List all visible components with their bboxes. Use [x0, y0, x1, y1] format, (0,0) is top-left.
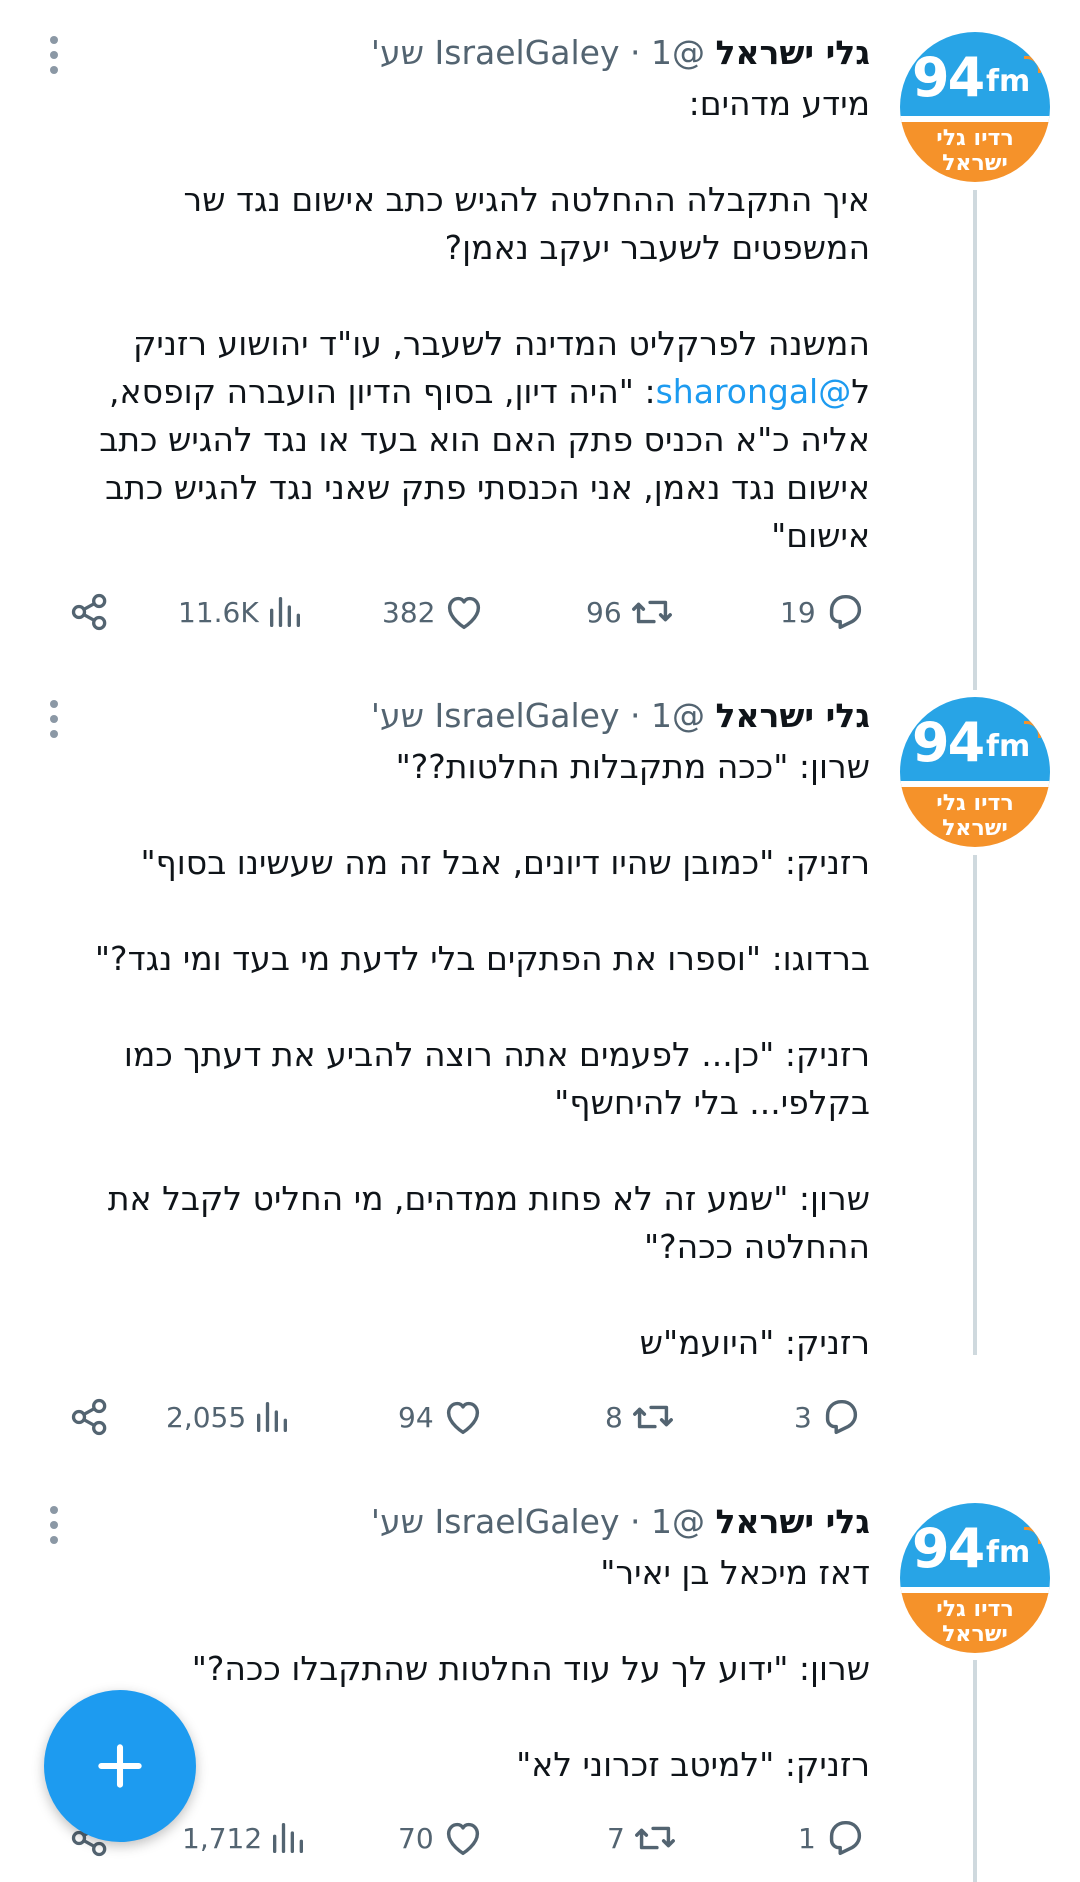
- reply-button[interactable]: 1: [798, 1813, 868, 1863]
- retweet-count: 8: [605, 1400, 623, 1434]
- text-line: שרון: "שמע זה לא פחות ממדהים, מי החליט ל…: [107, 1179, 870, 1218]
- views-count: 2,055: [166, 1400, 247, 1434]
- text-line: [80, 1271, 870, 1319]
- text-line: איך התקבלה ההחלטה להגיש כתב אישום נגד שר: [183, 180, 870, 219]
- reply-icon: [825, 1399, 857, 1435]
- avatar[interactable]: 94 fm רדיו גלי ישראל: [900, 697, 1050, 847]
- text-line: רזניק: "היועמ"ש: [639, 1323, 870, 1362]
- reply-count: 19: [780, 595, 816, 629]
- action-bar: 19 96 382 11.6K: [0, 587, 900, 637]
- text-line: אליה כ"א הכניס פתק האם הוא בעד או נגד לה…: [99, 420, 870, 459]
- thread-line: [973, 190, 977, 690]
- avatar-station: רדיו גלי ישראל: [936, 791, 1014, 841]
- text-line: רזניק: "כמובן שהיו דיונים, אבל זה מה שעש…: [140, 843, 871, 882]
- thread-line: [973, 855, 977, 1355]
- reply-button[interactable]: 3: [794, 1392, 864, 1442]
- text-line: שרון: "ידוע לך על עוד החלטות שהתקבלו ככה…: [191, 1649, 870, 1688]
- like-button[interactable]: 382: [382, 587, 487, 637]
- like-count: 70: [398, 1821, 434, 1855]
- tweet-header: גלי ישראל @IsraelGaley · 1 שע': [371, 30, 870, 76]
- mention-link[interactable]: @sharongal: [656, 372, 852, 411]
- avatar-number: 94: [912, 711, 985, 774]
- views-icon: [269, 597, 300, 627]
- text-line: בקלפי... בלי להיחשף": [554, 1083, 870, 1122]
- action-bar: 3 8 94 2,055: [0, 1392, 900, 1442]
- tweet-header: גלי ישראל @IsraelGaley · 1 שע': [371, 693, 870, 739]
- retweet-count: 7: [607, 1821, 625, 1855]
- views-button[interactable]: 1,712: [182, 1813, 308, 1863]
- retweet-button[interactable]: 8: [605, 1392, 677, 1442]
- avatar[interactable]: 94 fm רדיו גלי ישראל: [900, 32, 1050, 182]
- text-line: [80, 272, 870, 320]
- compose-tweet-button[interactable]: [44, 1690, 196, 1842]
- views-icon: [273, 1823, 304, 1853]
- retweet-icon: [632, 1405, 673, 1429]
- text-line: המשפטים לשעבר יעקב נאמן?: [444, 228, 870, 267]
- reply-icon: [829, 594, 861, 630]
- text-line: [80, 1597, 870, 1645]
- text-line: המשנה לפרקליט המדינה לשעבר, עו"ד יהושוע …: [133, 324, 870, 363]
- reply-count: 1: [798, 1821, 816, 1855]
- retweet-icon: [631, 600, 672, 624]
- text-line: ברדוגו: "וספרו את הפתקים בלי לדעת מי בעד…: [94, 939, 870, 978]
- views-count: 1,712: [182, 1821, 263, 1855]
- more-options-icon[interactable]: [50, 36, 60, 81]
- heart-icon: [446, 1822, 479, 1856]
- heart-icon: [448, 596, 481, 630]
- reply-icon: [829, 1820, 861, 1856]
- author-name[interactable]: גלי ישראל: [715, 33, 870, 72]
- views-icon: [257, 1402, 288, 1432]
- share-button[interactable]: [68, 587, 112, 637]
- views-count: 11.6K: [178, 595, 259, 629]
- text-line: רזניק: "למיטב זכרוני לא": [516, 1745, 870, 1784]
- plus-icon: [98, 1744, 142, 1788]
- like-button[interactable]: 94: [398, 1392, 486, 1442]
- mention-rest: : "היה דיון, בסוף הדיון הועברה קופסא,: [109, 372, 656, 411]
- retweet-button[interactable]: 96: [586, 587, 676, 637]
- like-button[interactable]: 70: [398, 1813, 486, 1863]
- more-options-icon[interactable]: [50, 700, 60, 745]
- author-name[interactable]: גלי ישראל: [715, 696, 870, 735]
- text-line: [80, 983, 870, 1031]
- views-button[interactable]: 11.6K: [178, 587, 305, 637]
- thread-line: [973, 1660, 977, 1882]
- retweet-count: 96: [586, 595, 622, 629]
- retweet-button[interactable]: 7: [607, 1813, 679, 1863]
- text-line: אישום": [771, 516, 870, 555]
- text-line: ההחלטה ככה?": [643, 1227, 870, 1266]
- share-icon: [71, 1398, 107, 1436]
- tweet-text: דאז מיכאל בן יאיר" שרון: "ידוע לך על עוד…: [80, 1549, 870, 1789]
- text-line-mention: ל@sharongal: "היה דיון, בסוף הדיון הועבר…: [80, 368, 870, 416]
- tweet-header: גלי ישראל @IsraelGaley · 1 שע': [371, 1499, 870, 1545]
- like-count: 94: [398, 1400, 434, 1434]
- text-line: [80, 128, 870, 176]
- text-line: שרון: "ככה מתקבלות החלטות??": [395, 747, 870, 786]
- avatar[interactable]: 94 fm רדיו גלי ישראל: [900, 1503, 1050, 1653]
- text-line: [80, 887, 870, 935]
- text-line: אישום נגד נאמן, אני הכנסתי פתק שאני נגד …: [105, 468, 870, 507]
- retweet-icon: [634, 1826, 675, 1850]
- avatar-station: רדיו גלי ישראל: [936, 1597, 1014, 1647]
- reply-count: 3: [794, 1400, 812, 1434]
- avatar-number: 94: [912, 46, 985, 109]
- avatar-number: 94: [912, 1517, 985, 1580]
- like-count: 382: [382, 595, 436, 629]
- text-line: [80, 1127, 870, 1175]
- text-line: דאז מיכאל בן יאיר": [600, 1553, 870, 1592]
- avatar-station: רדיו גלי ישראל: [936, 126, 1014, 176]
- tweet-text: שרון: "ככה מתקבלות החלטות??" רזניק: "כמו…: [80, 743, 870, 1367]
- text-line: [80, 791, 870, 839]
- share-icon: [71, 593, 107, 631]
- reply-button[interactable]: 19: [780, 587, 868, 637]
- text-line: רזניק: "כן... לפעמים אתה רוצה להביע את ד…: [123, 1035, 870, 1074]
- text-line: [80, 1693, 870, 1741]
- more-options-icon[interactable]: [50, 1506, 60, 1551]
- share-button[interactable]: [68, 1392, 112, 1442]
- author-name[interactable]: גלי ישראל: [715, 1502, 870, 1541]
- views-button[interactable]: 2,055: [166, 1392, 292, 1442]
- tweet-text: מידע מדהים: איך התקבלה ההחלטה להגיש כתב …: [80, 80, 870, 560]
- heart-icon: [446, 1401, 479, 1435]
- text-line: מידע מדהים:: [688, 84, 870, 123]
- mention-prefix: ל: [851, 372, 870, 411]
